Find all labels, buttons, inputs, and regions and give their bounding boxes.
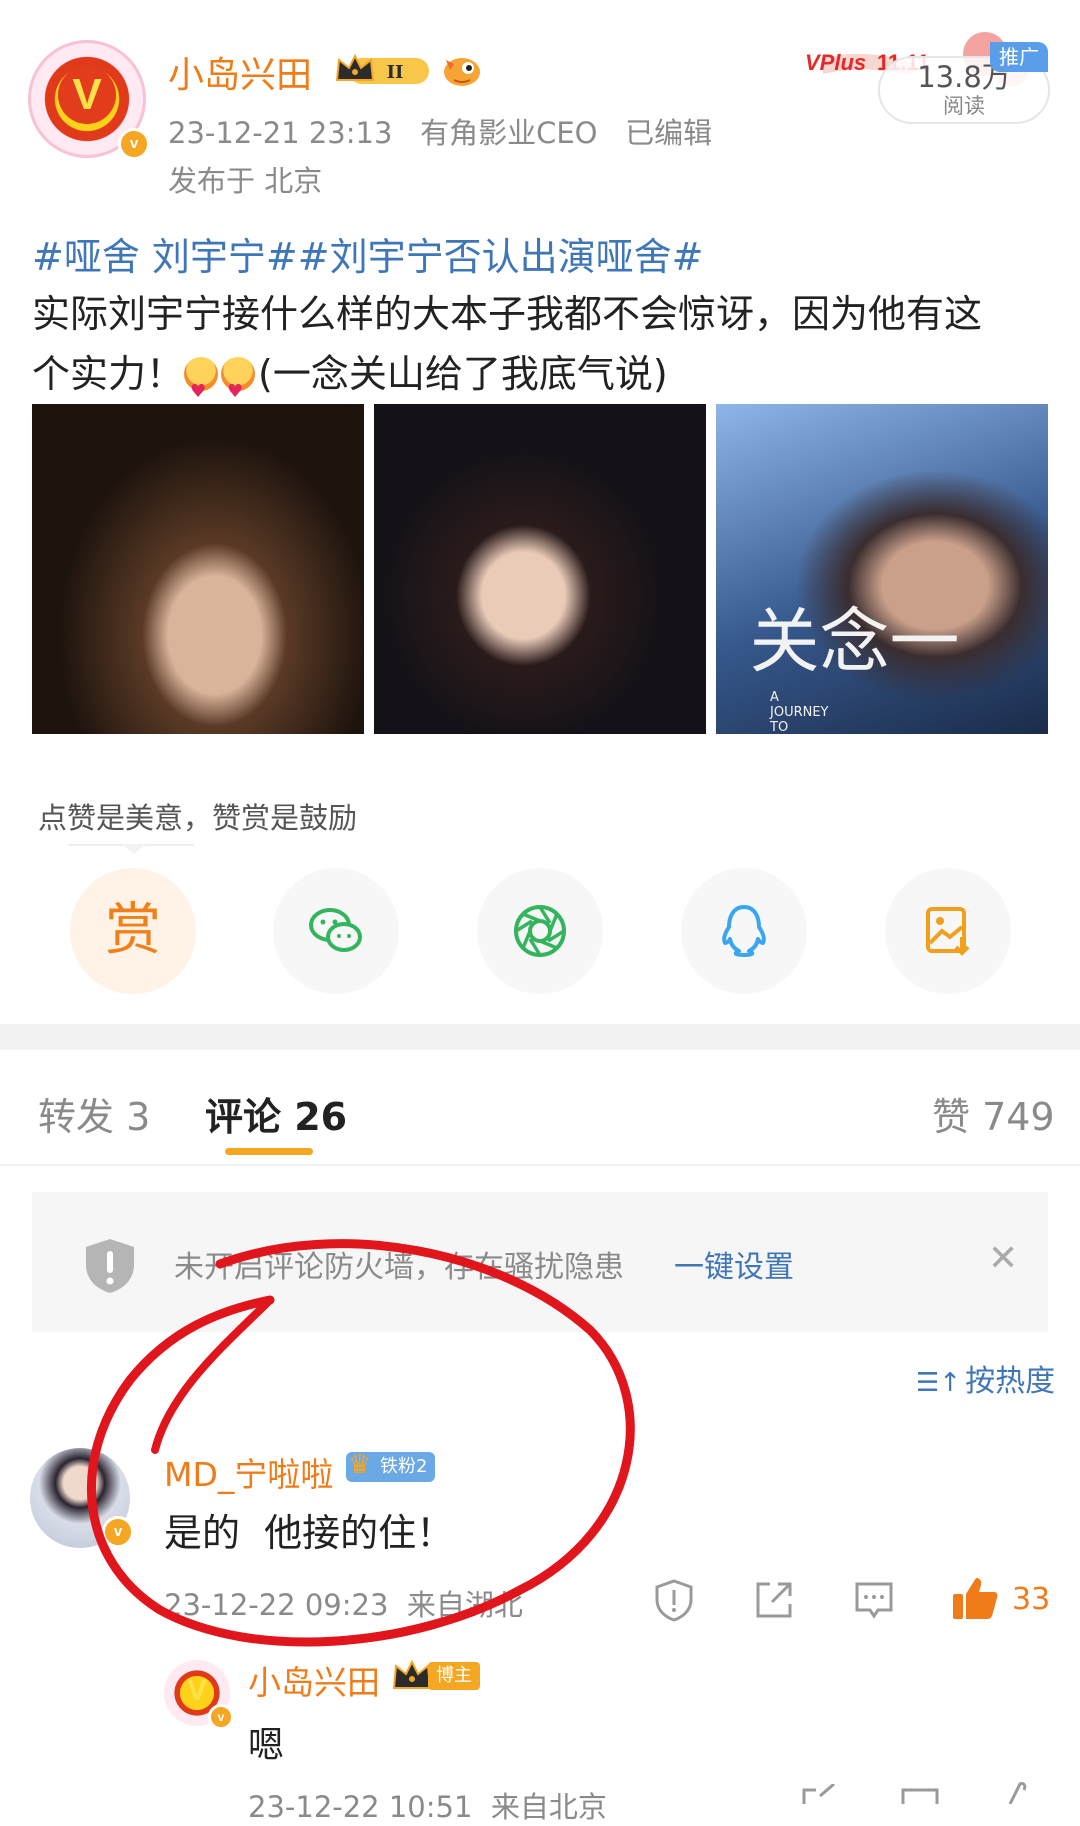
section-divider	[0, 1024, 1080, 1050]
post-text-segment: 个实力！	[32, 352, 185, 396]
heart-eyes-emoji-icon	[184, 357, 219, 422]
read-label: 阅读	[943, 94, 985, 118]
reply-meta: 23-12-22 10:51 来自北京	[248, 1790, 607, 1824]
active-tab-indicator	[225, 1148, 313, 1155]
hashtag-link[interactable]: #哑舍 刘宇宁#	[32, 235, 298, 279]
avatar-logo: V	[186, 1674, 207, 1707]
reply-text: 嗯	[248, 1725, 285, 1766]
wechat-icon	[309, 908, 362, 952]
post-text-line-2: 个实力！ (一念关山给了我底气说)	[32, 344, 1052, 422]
poster-subtitle: A JOURNEY TO LOVE	[770, 690, 829, 734]
avatar-logo: V	[58, 66, 116, 124]
author-avatar[interactable]: V v	[28, 40, 150, 160]
save-image-button[interactable]	[885, 868, 1011, 994]
tab-comments[interactable]: 评论 26	[205, 1086, 347, 1141]
author-name[interactable]: 小岛兴田	[168, 46, 312, 98]
share-qq-button[interactable]	[681, 868, 807, 994]
one-click-setup-link[interactable]: 一键设置	[674, 1242, 794, 1286]
share-wechat-button[interactable]	[273, 868, 399, 994]
tab-likes[interactable]: 赞 749	[932, 1086, 1055, 1141]
fish-badge-icon	[444, 58, 480, 86]
verified-icon: v	[118, 128, 150, 160]
comment-like-count: 33	[1012, 1582, 1051, 1617]
sort-label: 按热度	[965, 1364, 1056, 1399]
hashtags: #哑舍 刘宇宁##刘宇宁否认出演哑舍#	[32, 226, 703, 281]
tab-divider	[0, 1164, 1080, 1166]
reply-like-icon[interactable]	[1002, 1780, 1032, 1804]
qq-penguin-icon	[722, 905, 766, 957]
report-icon[interactable]	[652, 1578, 696, 1622]
post-image-1[interactable]	[32, 404, 364, 734]
reply-share-icon[interactable]	[800, 1784, 836, 1804]
post-image-2[interactable]	[374, 404, 706, 734]
crown-level-text: II	[387, 62, 404, 83]
sort-icon: ☰↑	[916, 1368, 962, 1398]
reward-tip: 点赞是美意，赞赏是鼓励	[38, 801, 358, 835]
post-location: 发布于 北京	[168, 164, 323, 198]
edited-label[interactable]: 已编辑	[625, 116, 712, 150]
moments-icon	[514, 905, 566, 957]
like-thumb-icon[interactable]	[950, 1574, 1000, 1622]
post-image-3[interactable]: 一念关 A JOURNEY TO LOVE	[716, 404, 1048, 734]
post-meta: 23-12-21 23:13 有角影业CEO 已编辑	[168, 110, 712, 152]
hashtag-link[interactable]: #刘宇宁否认出演哑舍#	[298, 235, 704, 279]
reward-button[interactable]: 赏	[70, 868, 196, 994]
post-time: 23-12-21 23:13	[168, 116, 393, 150]
tip-arrow	[122, 844, 146, 854]
share-icon[interactable]	[752, 1578, 796, 1622]
post-text-line: 实际刘宇宁接什么样的大本子我都不会惊讶，因为他有这	[32, 292, 983, 336]
sort-by-hot-button[interactable]: ☰↑ 按热度	[916, 1356, 1055, 1400]
reply-comment-icon[interactable]	[900, 1786, 940, 1804]
crown-level-icon: II	[335, 53, 429, 84]
post-content: 实际刘宇宁接什么样的大本子我都不会惊讶，因为他有这 个实力！ (一念关山给了我底气…	[32, 284, 1052, 422]
reply-comment-icon[interactable]	[852, 1578, 896, 1622]
author-title: 有角影业CEO	[420, 116, 598, 150]
save-image-icon	[926, 907, 970, 956]
verified-icon: v	[208, 1704, 234, 1730]
close-icon[interactable]: ✕	[988, 1241, 1018, 1277]
vplus-label: VPlus	[805, 50, 866, 75]
share-moments-button[interactable]	[477, 868, 603, 994]
post-text-segment: (一念关山给了我底气说)	[258, 352, 668, 396]
tab-forwards[interactable]: 转发 3	[38, 1086, 150, 1141]
promo-badge: 推广	[990, 42, 1048, 72]
red-circle-annotation	[86, 1239, 635, 1647]
heart-eyes-emoji-icon	[221, 357, 256, 422]
